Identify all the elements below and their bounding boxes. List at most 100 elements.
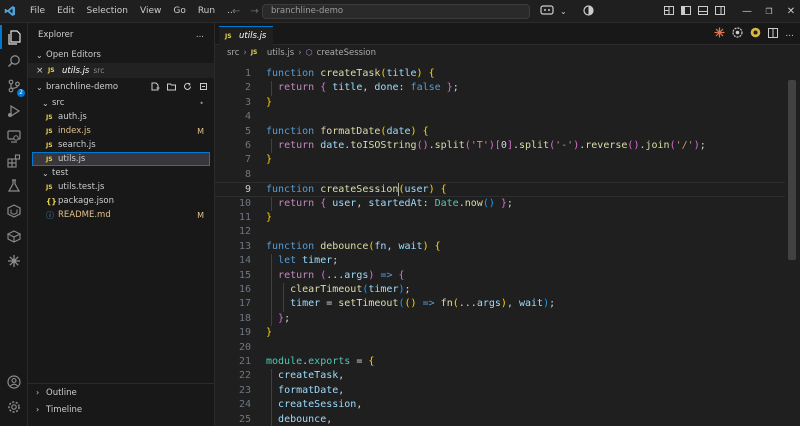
ai-icon[interactable] (0, 249, 28, 273)
extension-status-icon[interactable] (750, 27, 761, 41)
forward-arrow-icon[interactable]: → (250, 6, 258, 17)
split-editor-icon[interactable] (768, 27, 779, 41)
toggle-secondary-sidebar-icon[interactable] (715, 5, 725, 18)
code-line[interactable]: 23 formatDate, (215, 384, 785, 398)
customize-layout-icon[interactable] (664, 5, 674, 18)
code-line[interactable]: 13 function debounce(fn, wait) { (215, 240, 785, 254)
code-line[interactable]: 11} (215, 211, 785, 225)
ai-assist-icon[interactable] (732, 27, 744, 41)
back-arrow-icon[interactable]: ← (232, 6, 240, 17)
toggle-panel-icon[interactable] (698, 5, 708, 18)
code-line[interactable]: 20 (215, 341, 785, 355)
code-line[interactable]: 4 (215, 110, 785, 124)
menu-item-run[interactable]: Run (192, 0, 221, 23)
extensions-icon[interactable] (0, 149, 28, 173)
code-line[interactable]: 5 function formatDate(date) { (215, 125, 785, 139)
collapse-all-icon[interactable] (199, 82, 208, 93)
line-number: 17 (238, 298, 251, 310)
timeline-label: Timeline (46, 404, 83, 415)
tree-file[interactable]: JS search.js (28, 138, 214, 152)
breadcrumb-symbol[interactable]: createSession (317, 48, 376, 58)
code-line[interactable]: 19} (215, 326, 785, 340)
code-token: { (434, 240, 441, 252)
outline-section[interactable]: › Outline (28, 384, 215, 401)
menu-item-go[interactable]: Go (167, 0, 191, 23)
close-icon[interactable]: ✕ (780, 6, 800, 17)
code-line[interactable]: 3} (215, 96, 785, 110)
code-line[interactable]: 21 module.exports = { (215, 355, 785, 369)
source-control-icon[interactable]: 2 (0, 74, 28, 98)
code-line[interactable]: 1 function createTask(title) { (215, 67, 785, 81)
code-line[interactable]: 17 timer = setTimeout(() => fn(...args),… (215, 297, 785, 311)
text-cursor (398, 183, 400, 197)
tab-utils-js[interactable]: JS utils.js (219, 26, 273, 45)
vertical-scrollbar[interactable] (786, 60, 796, 426)
code-line[interactable]: 7} (215, 153, 785, 167)
code-editor[interactable]: 1 function createTask(title) {2 return { … (215, 60, 785, 426)
tree-folder[interactable]: ⌄ test (28, 166, 214, 180)
code-token: args (476, 298, 501, 310)
refresh-icon[interactable] (183, 82, 192, 93)
tree-file[interactable]: {} package.json (28, 194, 214, 208)
code-line[interactable]: 10 return { user, startedAt: Date.now() … (215, 197, 785, 211)
code-line[interactable]: 8 (215, 168, 785, 182)
tree-folder[interactable]: ⌄ src • (28, 96, 214, 110)
minimize-icon[interactable]: — (736, 6, 758, 17)
more-actions-icon[interactable]: ... (196, 30, 204, 40)
code-line[interactable]: 15 return (...args) => { (215, 269, 785, 283)
code-line[interactable]: 22 createTask, (215, 369, 785, 383)
breadcrumb-folder[interactable]: src (227, 48, 239, 58)
more-actions-icon[interactable]: ... (785, 29, 794, 39)
explorer-icon[interactable] (0, 25, 28, 49)
code-line[interactable]: 6 return date.toISOString().split('T')[0… (215, 139, 785, 153)
remote-explorer-icon[interactable] (0, 124, 28, 148)
title-bar: File Edit Selection View Go Run... ← → branch… (0, 0, 800, 23)
toggle-primary-sidebar-icon[interactable] (681, 5, 691, 18)
code-line[interactable]: 25 debounce, (215, 413, 785, 426)
tree-file[interactable]: ⓘ README.md M (28, 208, 214, 222)
menu-item-view[interactable]: View (134, 0, 167, 23)
tree-file[interactable]: JS utils.test.js (28, 180, 214, 194)
breadcrumb-file[interactable]: utils.js (267, 48, 294, 58)
chevron-down-icon[interactable]: ⌄ (560, 7, 567, 16)
tree-file[interactable]: JS utils.js (32, 152, 210, 166)
timeline-section[interactable]: › Timeline (28, 401, 215, 418)
settings-gear-icon[interactable] (0, 395, 28, 419)
tree-file[interactable]: JS index.js M (28, 124, 214, 138)
code-token: ; (506, 197, 513, 209)
code-line[interactable]: 14 let timer; (215, 254, 785, 268)
account-icon[interactable] (0, 370, 28, 394)
restore-icon[interactable]: ❐ (758, 7, 780, 16)
containers-icon[interactable] (0, 224, 28, 248)
menu-item-file[interactable]: File (24, 0, 51, 23)
code-line[interactable]: 12 (215, 225, 785, 239)
code-line[interactable]: 24 createSession, (215, 398, 785, 412)
menu-item-selection[interactable]: Selection (81, 0, 134, 23)
deploy-icon[interactable] (0, 199, 28, 223)
chevron-down-icon: ⌄ (36, 50, 43, 60)
search-icon[interactable] (0, 49, 28, 73)
code-line[interactable]: 16 clearTimeout(timer); (215, 283, 785, 297)
new-file-icon[interactable] (151, 82, 160, 93)
testing-icon[interactable] (0, 174, 28, 198)
run-debug-icon[interactable] (0, 99, 28, 123)
copilot-chat-icon[interactable] (540, 4, 554, 19)
tree-file[interactable]: JS auth.js (28, 110, 214, 124)
scrollbar-thumb[interactable] (788, 80, 796, 260)
indent-guide (271, 139, 272, 154)
open-editors-section[interactable]: ⌄ Open Editors (28, 47, 214, 63)
code-line[interactable]: 2 return { title, done: false }; (215, 81, 785, 95)
close-editor-icon[interactable]: × (36, 66, 48, 76)
open-editor-item[interactable]: × JS utils.js src (28, 63, 214, 78)
code-line[interactable]: 9 function createSession(user) { (215, 182, 785, 197)
project-section[interactable]: ⌄ branchline-demo (28, 79, 214, 95)
new-folder-icon[interactable] (167, 82, 176, 93)
menu-item-edit[interactable]: Edit (51, 0, 80, 23)
accounts-sync-icon[interactable] (583, 4, 594, 19)
command-center-search[interactable]: branchline-demo (262, 4, 530, 19)
copilot-spark-icon[interactable] (714, 27, 725, 41)
code-line[interactable]: 18 }; (215, 312, 785, 326)
code-token: user (404, 184, 429, 196)
